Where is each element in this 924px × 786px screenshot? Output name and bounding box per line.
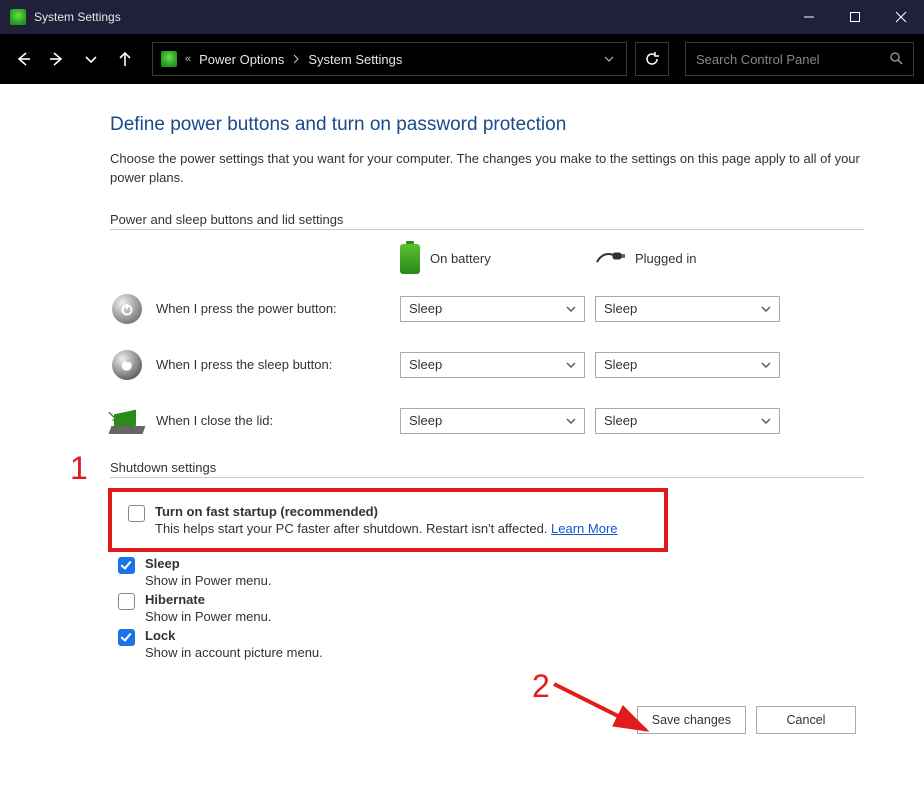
recent-button[interactable]: [78, 46, 104, 72]
lock-option-desc: Show in account picture menu.: [145, 645, 323, 660]
column-on-battery: On battery: [400, 244, 595, 274]
breadcrumb[interactable]: « Power Options System Settings: [152, 42, 627, 76]
fast-startup-desc: This helps start your PC faster after sh…: [155, 521, 618, 536]
sleep-battery-select[interactable]: Sleep: [400, 352, 585, 378]
sleep-plugged-select[interactable]: Sleep: [595, 352, 780, 378]
section-power-sleep-label: Power and sleep buttons and lid settings: [110, 212, 864, 230]
sleep-checkbox[interactable]: [118, 557, 135, 574]
hibernate-checkbox[interactable]: [118, 593, 135, 610]
window-title: System Settings: [34, 10, 121, 24]
sleep-option-desc: Show in Power menu.: [145, 573, 271, 588]
battery-icon: [400, 244, 420, 274]
column-plugged-in: Plugged in: [595, 248, 790, 269]
fast-startup-label: Turn on fast startup (recommended): [155, 504, 618, 519]
minimize-button[interactable]: [786, 0, 832, 34]
lid-icon: ↘: [110, 408, 144, 434]
lid-battery-select[interactable]: Sleep: [400, 408, 585, 434]
close-button[interactable]: [878, 0, 924, 34]
power-plugged-select[interactable]: Sleep: [595, 296, 780, 322]
plug-icon: [595, 248, 625, 269]
navbar: « Power Options System Settings Search C…: [0, 34, 924, 84]
page-title: Define power buttons and turn on passwor…: [110, 114, 864, 136]
maximize-button[interactable]: [832, 0, 878, 34]
row-power-label: When I press the power button:: [156, 301, 337, 316]
annotation-arrow: [550, 680, 670, 750]
annotation-box-1: Turn on fast startup (recommended) This …: [108, 488, 668, 552]
row-lid-label: When I close the lid:: [156, 413, 273, 428]
cancel-button[interactable]: Cancel: [756, 706, 856, 734]
titlebar: System Settings: [0, 0, 924, 34]
power-button-icon: [112, 294, 142, 324]
fast-startup-checkbox[interactable]: [128, 505, 145, 522]
annotation-2: 2: [532, 668, 550, 705]
up-button[interactable]: [112, 46, 138, 72]
breadcrumb-dropdown[interactable]: [600, 53, 618, 65]
search-input[interactable]: Search Control Panel: [685, 42, 914, 76]
search-placeholder: Search Control Panel: [696, 52, 889, 67]
app-icon: [10, 9, 26, 25]
section-shutdown-label: Shutdown settings: [110, 460, 864, 478]
learn-more-link[interactable]: Learn More: [551, 521, 617, 536]
forward-button[interactable]: [44, 46, 70, 72]
hibernate-option-label: Hibernate: [145, 592, 271, 607]
lock-checkbox[interactable]: [118, 629, 135, 646]
breadcrumb-icon: [161, 51, 177, 67]
sleep-option-label: Sleep: [145, 556, 271, 571]
lid-plugged-select[interactable]: Sleep: [595, 408, 780, 434]
page-description: Choose the power settings that you want …: [110, 150, 864, 188]
refresh-button[interactable]: [635, 42, 669, 76]
breadcrumb-item-2[interactable]: System Settings: [308, 52, 402, 67]
row-sleep-label: When I press the sleep button:: [156, 357, 332, 372]
lock-option-label: Lock: [145, 628, 323, 643]
breadcrumb-root-sep: «: [185, 53, 191, 65]
hibernate-option-desc: Show in Power menu.: [145, 609, 271, 624]
search-icon: [889, 51, 903, 68]
back-button[interactable]: [10, 46, 36, 72]
chevron-right-icon: [292, 52, 300, 67]
annotation-1: 1: [70, 450, 88, 487]
power-battery-select[interactable]: Sleep: [400, 296, 585, 322]
sleep-button-icon: [112, 350, 142, 380]
breadcrumb-item-1[interactable]: Power Options: [199, 52, 284, 67]
